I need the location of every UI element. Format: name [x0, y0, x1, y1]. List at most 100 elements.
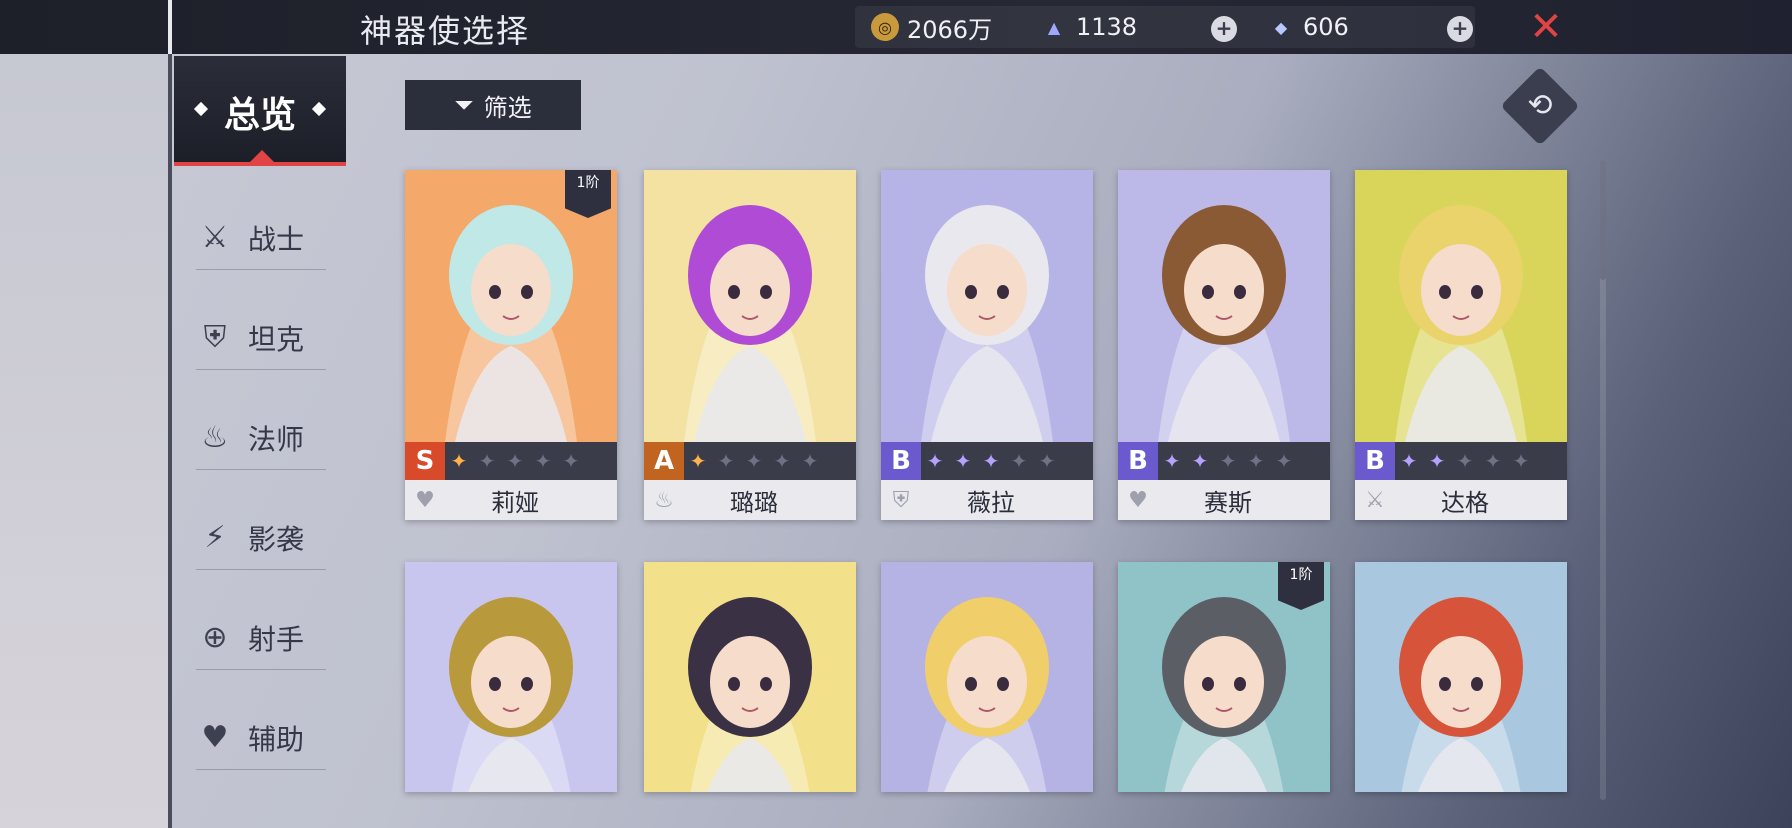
rarity-badge: A	[644, 442, 684, 480]
star-icon: ✦	[1038, 449, 1056, 473]
name-bar: ⛨ 薇拉	[881, 480, 1093, 520]
character-portrait	[1355, 170, 1567, 442]
sidebar-item-assassin[interactable]: ⚡ 影袭	[196, 506, 326, 570]
heart-icon: ♥	[1128, 487, 1148, 513]
crosshair-icon: ⊕	[202, 620, 228, 655]
character-card[interactable]: 1阶	[1118, 562, 1330, 792]
character-card[interactable]: A ✦ ✦ ✦ ✦ ✦ ♨ 璐璐	[644, 170, 856, 520]
page-title: 神器使选择	[360, 12, 531, 50]
character-card[interactable]	[1355, 562, 1567, 792]
rarity-badge: B	[881, 442, 921, 480]
star-icon: ✦	[1219, 449, 1237, 473]
flame-hand-icon: ♨	[201, 420, 229, 455]
rarity-badge: B	[1118, 442, 1158, 480]
character-name: 薇拉	[967, 488, 1015, 517]
shadow-blade-icon: ⚡	[204, 520, 226, 555]
star-icon: ✦	[562, 449, 580, 473]
sidebar-item-mage[interactable]: ♨ 法师	[196, 406, 326, 470]
left-panel	[0, 54, 168, 828]
character-portrait	[644, 170, 856, 442]
character-portrait	[881, 170, 1093, 442]
add-diamond-button[interactable]: +	[1447, 16, 1473, 42]
star-icon: ✦	[926, 449, 944, 473]
star-icon: ✦	[1247, 449, 1265, 473]
character-card[interactable]: 1阶 S ✦ ✦ ✦ ✦ ✦ ♥ 莉娅	[405, 170, 617, 520]
gold-coin-icon: ◎	[871, 13, 899, 41]
sidebar-item-tank[interactable]: ⛨ 坦克	[196, 306, 326, 370]
character-card[interactable]	[644, 562, 856, 792]
star-icon: ✦	[717, 449, 735, 473]
character-card[interactable]: B ✦ ✦ ✦ ✦ ✦ ⛨ 薇拉	[881, 170, 1093, 520]
name-bar: ♥ 赛斯	[1118, 480, 1330, 520]
shield-helmet-icon: ⛨	[892, 487, 910, 513]
heart-icon: ♥	[201, 720, 229, 755]
star-icon: ✦	[1163, 449, 1181, 473]
sidebar-item-marksman[interactable]: ⊕ 射手	[196, 606, 326, 670]
top-bar: 神器使选择 ◎ 2066万 ▲ 1138 + ◆ 606 + ✕	[0, 0, 1792, 54]
resource-crystal: ▲ 1138	[1040, 6, 1137, 48]
filter-label: 筛选	[483, 93, 532, 122]
pyramid-crystal-icon: ▲	[1047, 17, 1061, 37]
character-name: 达格	[1441, 488, 1489, 517]
star-icon: ✦	[1484, 449, 1502, 473]
star-icon: ✦	[1428, 449, 1446, 473]
tier-badge: 1阶	[1278, 562, 1324, 610]
sidebar-item-support[interactable]: ♥ 辅助	[196, 706, 326, 770]
scrollbar-thumb[interactable]	[1600, 160, 1606, 280]
funnel-icon: ⏷	[454, 91, 474, 119]
star-icon: ✦	[506, 449, 524, 473]
star-icon: ✦	[1512, 449, 1530, 473]
sidebar-divider	[168, 54, 172, 828]
character-card[interactable]: B ✦ ✦ ✦ ✦ ✦ ⚔ 达格	[1355, 170, 1567, 520]
sidebar-item-label: 坦克	[248, 322, 305, 356]
sidebar-item-label: 战士	[248, 222, 305, 256]
crossed-swords-icon: ⚔	[1365, 487, 1385, 513]
add-crystal-button[interactable]: +	[1211, 16, 1237, 42]
character-card[interactable]	[881, 562, 1093, 792]
star-icon: ✦	[1191, 449, 1209, 473]
character-name: 璐璐	[730, 488, 778, 517]
resource-gold: ◎ 2066万	[871, 6, 992, 48]
star-icon: ✦	[534, 449, 552, 473]
star-icon: ✦	[773, 449, 791, 473]
close-button[interactable]: ✕	[1528, 7, 1564, 47]
rarity-bar: A ✦ ✦ ✦ ✦ ✦	[644, 442, 856, 480]
star-icon: ✦	[982, 449, 1000, 473]
tab-overview[interactable]: 总览	[174, 56, 346, 166]
sidebar-item-warrior[interactable]: ⚔ 战士	[196, 206, 326, 270]
character-card[interactable]	[405, 562, 617, 792]
character-name: 莉娅	[491, 488, 539, 517]
resource-bar: ◎ 2066万 ▲ 1138 + ◆ 606 +	[855, 6, 1475, 48]
top-bar-accent	[168, 0, 172, 54]
refresh-icon: ⟲	[1527, 88, 1553, 123]
character-portrait	[405, 562, 617, 792]
character-card[interactable]: B ✦ ✦ ✦ ✦ ✦ ♥ 赛斯	[1118, 170, 1330, 520]
star-icon: ✦	[450, 449, 468, 473]
sidebar-item-label: 射手	[248, 622, 305, 656]
resource-diamond-value: 606	[1303, 13, 1349, 41]
rarity-bar: B ✦ ✦ ✦ ✦ ✦	[1355, 442, 1567, 480]
star-icon: ✦	[801, 449, 819, 473]
tier-badge: 1阶	[565, 170, 611, 218]
sidebar-item-label: 法师	[248, 422, 305, 456]
name-bar: ♥ 莉娅	[405, 480, 617, 520]
active-notch-icon	[250, 150, 274, 162]
resource-diamond: ◆ 606	[1267, 6, 1349, 48]
rarity-badge: B	[1355, 442, 1395, 480]
star-icon: ✦	[1010, 449, 1028, 473]
filter-button[interactable]: ⏷ 筛选	[405, 80, 581, 130]
resource-crystal-value: 1138	[1076, 13, 1138, 41]
flame-hand-icon: ♨	[654, 487, 674, 513]
shield-helmet-icon: ⛨	[203, 320, 227, 355]
star-icon: ✦	[745, 449, 763, 473]
refresh-button[interactable]: ⟲	[1500, 66, 1580, 146]
star-icon: ✦	[1456, 449, 1474, 473]
sidebar-item-label: 影袭	[248, 522, 305, 556]
scrollbar[interactable]	[1600, 160, 1606, 800]
sidebar-item-label: 辅助	[248, 722, 305, 756]
character-portrait	[644, 562, 856, 792]
character-portrait	[1118, 170, 1330, 442]
rarity-bar: S ✦ ✦ ✦ ✦ ✦	[405, 442, 617, 480]
crossed-swords-icon: ⚔	[201, 220, 229, 255]
character-name: 赛斯	[1204, 488, 1252, 517]
